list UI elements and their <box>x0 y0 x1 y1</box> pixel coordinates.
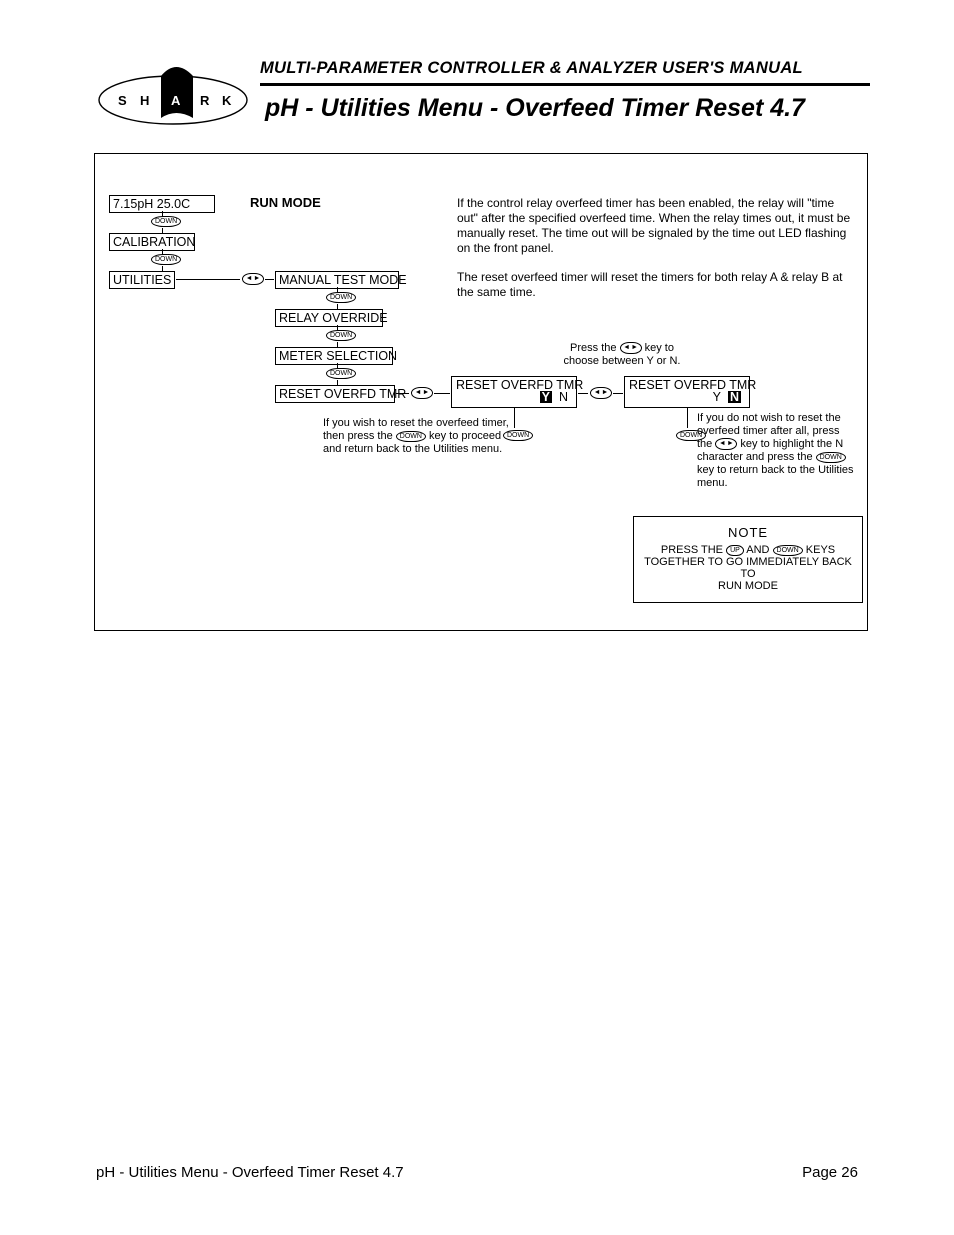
note-body: PRESS THE UP AND DOWN KEYS TOGETHER TO G… <box>644 544 852 592</box>
footer-left: pH - Utilities Menu - Overfeed Timer Res… <box>96 1164 404 1181</box>
diagram-panel: 7.15pH 25.0C RUN MODE DOWN CALIBRATION D… <box>94 153 868 631</box>
calibration-menu: CALIBRATION <box>109 233 195 251</box>
body-paragraph-2: The reset overfeed timer will reset the … <box>457 270 857 300</box>
page: S H A R K MULTI-PARAMETER CONTROLLER & A… <box>0 0 954 1235</box>
header-overline: MULTI-PARAMETER CONTROLLER & ANALYZER US… <box>260 59 803 78</box>
down-key-icon: DOWN <box>326 368 356 379</box>
n-unselected: N <box>559 390 568 404</box>
utilities-menu: UTILITIES <box>109 271 175 289</box>
body-paragraph-1: If the control relay overfeed timer has … <box>457 196 857 256</box>
left-caption: If you wish to reset the overfeed timer,… <box>323 417 523 456</box>
y-selected: Y <box>540 391 552 403</box>
header-rule <box>260 83 870 86</box>
down-key-icon: DOWN <box>151 216 181 227</box>
relay-override: RELAY OVERRIDE <box>275 309 383 327</box>
reset-overfd-yn-n: RESET OVERFD TMR Y N <box>624 376 750 408</box>
choose-caption: Press the key to choose between Y or N. <box>547 342 697 368</box>
svg-text:A: A <box>171 93 181 108</box>
meter-selection: METER SELECTION <box>275 347 393 365</box>
left-right-key-icon <box>590 387 612 399</box>
shark-logo: S H A R K <box>98 60 248 125</box>
page-title: pH - Utilities Menu - Overfeed Timer Res… <box>265 94 805 123</box>
down-key-icon: DOWN <box>816 452 846 463</box>
svg-text:K: K <box>222 93 232 108</box>
run-mode-label: RUN MODE <box>250 196 321 210</box>
svg-text:R: R <box>200 93 210 108</box>
svg-text:S: S <box>118 93 127 108</box>
left-right-key-icon <box>411 387 433 399</box>
svg-text:H: H <box>140 93 149 108</box>
down-key-icon: DOWN <box>396 431 426 442</box>
down-key-icon: DOWN <box>151 254 181 265</box>
n-selected: N <box>728 391 741 403</box>
reset-overfd-yn-y: RESET OVERFD TMR Y N <box>451 376 577 408</box>
down-key-icon: DOWN <box>326 292 356 303</box>
left-right-key-icon <box>715 438 737 450</box>
note-title: NOTE <box>644 525 852 540</box>
left-right-key-icon <box>242 273 264 285</box>
down-key-icon: DOWN <box>773 545 803 556</box>
footer-right: Page 26 <box>802 1164 858 1181</box>
up-key-icon: UP <box>726 545 744 556</box>
note-box: NOTE PRESS THE UP AND DOWN KEYS TOGETHER… <box>633 516 863 603</box>
right-caption: If you do not wish to reset the overfeed… <box>697 412 867 490</box>
y-unselected: Y <box>713 390 721 404</box>
reset-overfd-tmr: RESET OVERFD TMR <box>275 385 395 403</box>
down-key-icon: DOWN <box>326 330 356 341</box>
left-right-key-icon <box>620 342 642 354</box>
